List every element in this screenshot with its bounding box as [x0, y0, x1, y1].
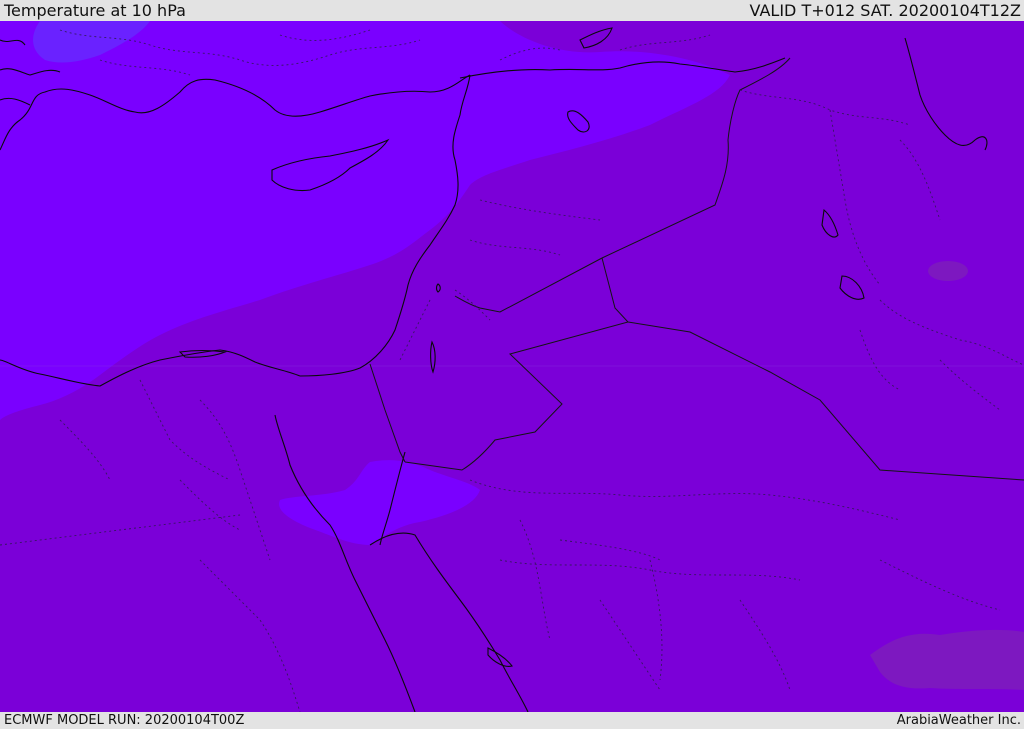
warm-patch-iraq — [928, 261, 968, 281]
temperature-map[interactable] — [0, 21, 1024, 712]
footer-bar: ECMWF MODEL RUN: 20200104T00Z ArabiaWeat… — [0, 712, 1024, 729]
model-run-label: ECMWF MODEL RUN: 20200104T00Z — [4, 713, 245, 728]
valid-time-label: VALID T+012 SAT. 20200104T12Z — [749, 1, 1021, 20]
map-canvas — [0, 21, 1024, 712]
credit-label: ArabiaWeather Inc. — [896, 713, 1021, 728]
header-bar: Temperature at 10 hPa VALID T+012 SAT. 2… — [0, 0, 1024, 21]
map-title: Temperature at 10 hPa — [4, 1, 186, 20]
